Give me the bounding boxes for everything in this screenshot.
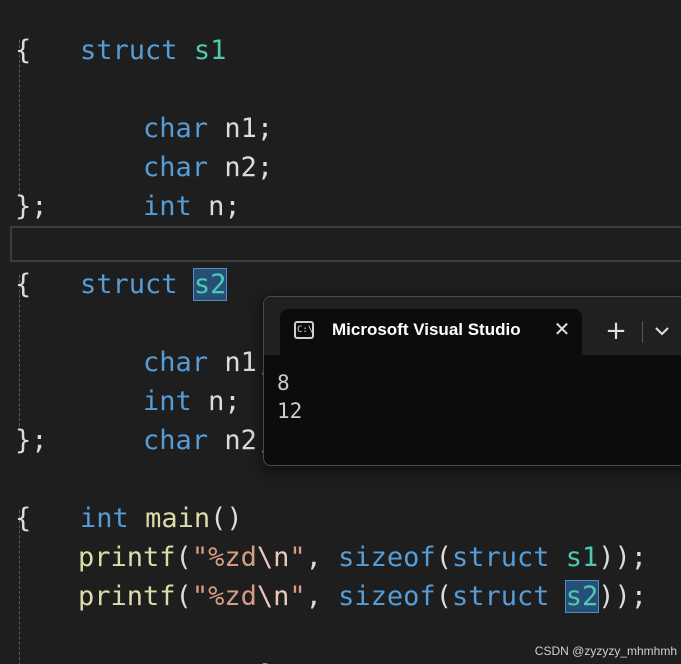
tab-separator (642, 321, 643, 343)
keyword: sizeof (338, 581, 436, 612)
plus-icon[interactable]: + (602, 317, 630, 345)
keyword: struct (451, 581, 550, 612)
struct-name: s1 (193, 35, 227, 66)
code-line[interactable]: return 0; (78, 616, 289, 664)
terminal-tab-bar: C:\ Microsoft Visual Studio Debug Consol… (264, 297, 681, 355)
keyword: struct (80, 269, 178, 300)
keyword: struct (80, 35, 178, 66)
string: "%zd (191, 581, 257, 612)
terminal-window[interactable]: C:\ Microsoft Visual Studio Debug Consol… (263, 296, 681, 466)
comma: , (305, 581, 339, 612)
output-line: 8 (277, 371, 290, 395)
code-line[interactable]: { (15, 31, 31, 70)
function-name: printf (78, 542, 176, 573)
close-icon[interactable]: ✕ (550, 317, 574, 341)
keyword: sizeof (338, 542, 436, 573)
struct-name-highlighted: s2 (192, 268, 228, 301)
string: " (289, 542, 306, 573)
comma: , (305, 542, 339, 573)
string: " (289, 581, 306, 612)
tab-title: Microsoft Visual Studio Debug Console (332, 320, 522, 339)
code-line[interactable]: printf("%zd\n", sizeof(struct s2)); (78, 577, 647, 616)
type-keyword: int (143, 191, 192, 222)
chevron-down-icon[interactable] (650, 317, 674, 345)
function-name: main (145, 503, 211, 534)
terminal-tab[interactable]: C:\ Microsoft Visual Studio Debug Consol… (280, 309, 582, 355)
control-keyword: return (143, 659, 241, 664)
code-line[interactable]: char n1; (78, 70, 273, 144)
terminal-output[interactable]: 8 12 (277, 369, 302, 425)
paren: ( (175, 581, 192, 612)
console-icon-label: C:\ (297, 325, 314, 335)
type-keyword: int (80, 503, 129, 534)
code-line[interactable]: int main() (15, 460, 243, 534)
identifier: n; (208, 191, 241, 222)
code-line[interactable]: struct s2 (15, 226, 228, 301)
code-line[interactable]: printf("%zd\n", sizeof(struct s1)); (78, 538, 647, 577)
close-parens: )); (598, 581, 648, 612)
code-line[interactable]: }; (15, 187, 48, 226)
watermark: CSDN @zyzyzy_mhmhmh (534, 644, 677, 658)
function-name: printf (78, 581, 176, 612)
struct-name: s1 (565, 542, 599, 573)
paren: ( (435, 542, 452, 573)
code-line[interactable]: { (15, 265, 31, 304)
console-icon: C:\ (294, 321, 314, 339)
code-line[interactable]: { (15, 499, 31, 538)
code-line[interactable]: char n2; (78, 109, 273, 183)
escape-sequence: \n (256, 542, 290, 573)
keyword: struct (451, 542, 550, 573)
escape-sequence: \n (256, 581, 290, 612)
type-keyword: char (143, 425, 209, 456)
semicolon: ; (273, 659, 289, 664)
struct-name-highlighted: s2 (564, 580, 600, 613)
parens: () (210, 503, 243, 534)
string: "%zd (191, 542, 257, 573)
code-line[interactable]: int n; (78, 343, 241, 417)
output-line: 12 (277, 399, 303, 423)
code-line[interactable]: int n; (78, 148, 241, 222)
code-line[interactable]: char n2; (78, 382, 273, 456)
number-literal: 0 (257, 659, 273, 664)
paren: ( (435, 581, 452, 612)
paren: ( (175, 542, 192, 573)
close-parens: )); (598, 542, 648, 573)
code-line[interactable]: char n1; (78, 304, 273, 378)
code-line[interactable]: struct s1 (15, 0, 226, 66)
code-line[interactable]: }; (15, 421, 48, 460)
